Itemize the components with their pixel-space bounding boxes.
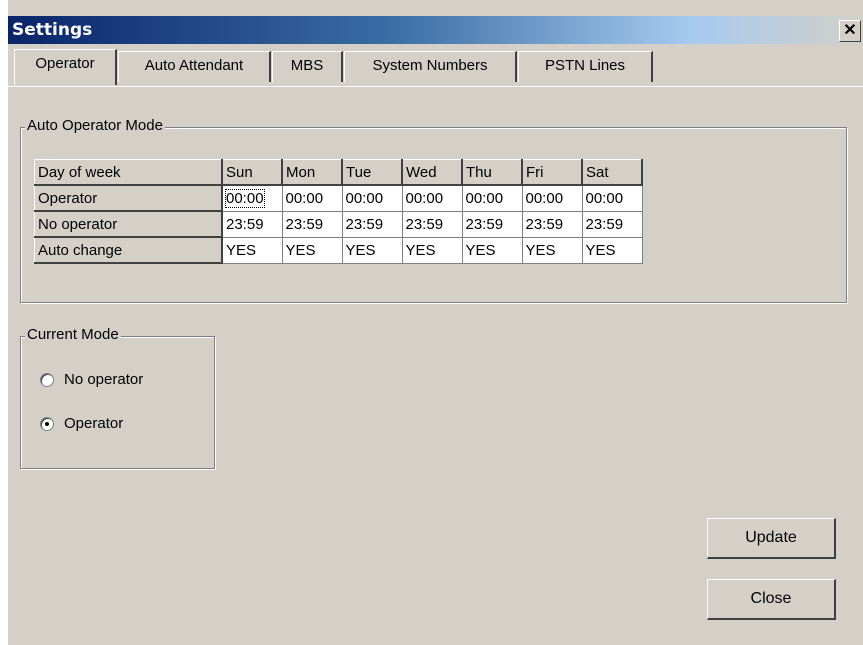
- button-label: Close: [750, 590, 792, 607]
- radio-circle[interactable]: [40, 417, 54, 431]
- table-row: No operator 23:59 23:59 23:59 23:59 23:5…: [34, 210, 643, 238]
- tab-pstn-lines[interactable]: PSTN Lines: [518, 51, 653, 82]
- cell-no-operator-sat[interactable]: 23:59: [581, 210, 643, 238]
- cell-no-operator-mon[interactable]: 23:59: [281, 210, 343, 238]
- cell-no-operator-wed[interactable]: 23:59: [401, 210, 463, 238]
- row-label-auto-change: Auto change: [34, 236, 223, 264]
- tab-panel-top-edge: [8, 86, 863, 87]
- cell-auto-change-fri[interactable]: YES: [521, 236, 583, 264]
- group-legend: Current Mode: [25, 326, 121, 343]
- header-tue: Tue: [341, 159, 403, 186]
- cell-auto-change-wed[interactable]: YES: [401, 236, 463, 264]
- schedule-table: Day of week Sun Mon Tue Wed Thu Fri Sat …: [34, 159, 643, 264]
- group-legend: Auto Operator Mode: [25, 117, 165, 134]
- row-label-operator: Operator: [34, 184, 223, 212]
- settings-window: Settings ✕ Operator Auto Attendant MBS S…: [0, 0, 863, 645]
- table-header-row: Day of week Sun Mon Tue Wed Thu Fri Sat: [34, 159, 643, 186]
- table-row: Auto change YES YES YES YES YES YES YES: [34, 236, 643, 264]
- cell-value: 00:00: [225, 188, 265, 208]
- window-left-edge: [0, 0, 8, 645]
- tab-label: Operator: [35, 55, 95, 72]
- header-sun: Sun: [221, 159, 283, 186]
- cell-auto-change-thu[interactable]: YES: [461, 236, 523, 264]
- cell-operator-fri[interactable]: 00:00: [521, 184, 583, 212]
- cell-operator-sun[interactable]: 00:00: [221, 184, 283, 212]
- cell-operator-tue[interactable]: 00:00: [341, 184, 403, 212]
- header-day-of-week: Day of week: [34, 159, 223, 186]
- current-mode-group: Current Mode: [20, 326, 215, 469]
- cell-auto-change-tue[interactable]: YES: [341, 236, 403, 264]
- tab-system-numbers[interactable]: System Numbers: [344, 51, 517, 82]
- tab-label: Auto Attendant: [144, 57, 244, 74]
- cell-no-operator-sun[interactable]: 23:59: [221, 210, 283, 238]
- radio-circle[interactable]: [40, 373, 54, 387]
- row-label-no-operator: No operator: [34, 210, 223, 238]
- header-mon: Mon: [281, 159, 343, 186]
- cell-operator-sat[interactable]: 00:00: [581, 184, 643, 212]
- button-label: Update: [745, 529, 797, 546]
- close-window-button[interactable]: ✕: [839, 20, 861, 42]
- tab-mbs[interactable]: MBS: [272, 51, 343, 82]
- close-button[interactable]: Close: [707, 579, 836, 620]
- close-icon: ✕: [843, 22, 857, 39]
- cell-auto-change-sun[interactable]: YES: [221, 236, 283, 264]
- tab-operator[interactable]: Operator: [14, 49, 117, 85]
- window-title: Settings: [12, 20, 93, 40]
- title-bar[interactable]: Settings ✕: [8, 16, 863, 44]
- radio-selected-dot: [45, 422, 49, 426]
- update-button[interactable]: Update: [707, 518, 836, 559]
- tab-auto-attendant[interactable]: Auto Attendant: [118, 51, 271, 82]
- tab-label: System Numbers: [372, 57, 488, 74]
- header-thu: Thu: [461, 159, 523, 186]
- header-fri: Fri: [521, 159, 583, 186]
- cell-no-operator-tue[interactable]: 23:59: [341, 210, 403, 238]
- cell-auto-change-mon[interactable]: YES: [281, 236, 343, 264]
- cell-auto-change-sat[interactable]: YES: [581, 236, 643, 264]
- cell-operator-thu[interactable]: 00:00: [461, 184, 523, 212]
- cell-no-operator-thu[interactable]: 23:59: [461, 210, 523, 238]
- radio-label: Operator: [64, 415, 124, 432]
- cell-operator-wed[interactable]: 00:00: [401, 184, 463, 212]
- header-wed: Wed: [401, 159, 463, 186]
- tab-label: MBS: [290, 57, 324, 74]
- cell-no-operator-fri[interactable]: 23:59: [521, 210, 583, 238]
- header-sat: Sat: [581, 159, 643, 186]
- table-row: Operator 00:00 00:00 00:00 00:00 00:00 0…: [34, 184, 643, 212]
- cell-operator-mon[interactable]: 00:00: [281, 184, 343, 212]
- tab-label: PSTN Lines: [544, 57, 626, 74]
- radio-label: No operator: [64, 371, 144, 388]
